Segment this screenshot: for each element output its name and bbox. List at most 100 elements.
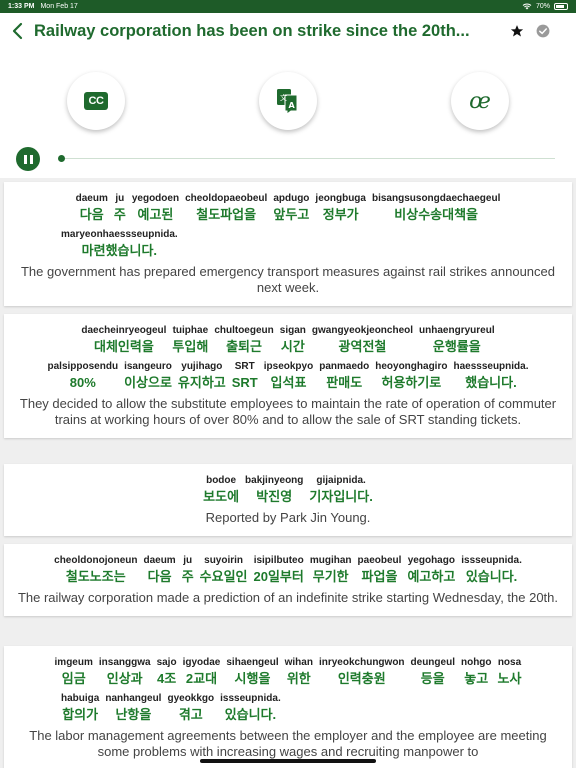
romanization: sigan	[279, 325, 306, 336]
korean-word: 주	[181, 569, 194, 584]
word-line: daeum 다음 ju 주 yegodoen 예고된 cheoldopaeobeul 철도파업…	[16, 192, 560, 225]
sentence-card[interactable]: imgeum 임금 insanggwa 인상과 sajo 4조 igyodae 2교대 siha…	[4, 646, 572, 768]
romanization: daecheinryeogeul	[81, 325, 167, 336]
word[interactable]: nanhangeul 난항을	[105, 692, 161, 725]
word[interactable]: insanggwa 인상과	[99, 656, 151, 689]
completed-button[interactable]	[530, 13, 556, 49]
home-indicator	[200, 759, 376, 763]
word[interactable]: gwangyeokjeoncheol 광역전철	[312, 324, 413, 357]
word[interactable]: sigan 시간	[280, 324, 306, 357]
pronunciation-button[interactable]: œ	[451, 72, 509, 130]
sentence-card[interactable]: cheoldonojoneun 철도노조는 daeum 다음 ju 주 suyoirin 수요…	[4, 544, 572, 616]
word-line: palsipposendu 80% isangeuro 이상으로 yujihago 유지하…	[16, 360, 560, 393]
word-line: maryeonhaessseupnida. 마련했습니다.	[16, 228, 560, 261]
word[interactable]: jeongbuga 정부가	[315, 192, 366, 225]
word[interactable]: wihan 위한	[285, 656, 313, 689]
word[interactable]: nohgo 놓고	[461, 656, 492, 689]
word[interactable]: mugihan 무기한	[310, 554, 352, 587]
chevron-left-icon	[12, 22, 23, 40]
word[interactable]: chultoegeun 출퇴근	[214, 324, 273, 357]
word[interactable]: bodoe 보도에	[203, 474, 239, 507]
romanization: bisangsusongdaechaegeul	[371, 193, 501, 204]
word[interactable]: inryeokchungwon 인력충원	[319, 656, 405, 689]
korean-word: 정부가	[322, 207, 359, 222]
word[interactable]: gijaipnida. 기자입니다.	[309, 474, 372, 507]
word[interactable]: SRT SRT	[232, 360, 258, 393]
word[interactable]: bisangsusongdaechaegeul 비상수송대책을	[372, 192, 500, 225]
korean-word: 놓고	[464, 671, 489, 686]
word[interactable]: daecheinryeogeul 대체인력을	[81, 324, 166, 357]
korean-word: 노사	[497, 671, 522, 686]
word[interactable]: yujihago 유지하고	[178, 360, 226, 393]
word[interactable]: unhaengryureul 운행률을	[419, 324, 495, 357]
word[interactable]: sihaengeul 시행을	[226, 656, 278, 689]
romanization: igyodae	[182, 657, 221, 668]
word[interactable]: yegodoen 예고된	[132, 192, 179, 225]
romanization: haessseupnida.	[453, 361, 529, 372]
korean-word: 주	[113, 207, 126, 222]
word[interactable]: haessseupnida. 했습니다.	[453, 360, 528, 393]
word[interactable]: issseupnida. 있습니다.	[461, 554, 522, 587]
korean-word: 기자입니다.	[309, 489, 373, 504]
korean-word: 4조	[156, 671, 177, 686]
favorite-button[interactable]	[504, 13, 530, 49]
header: Railway corporation has been on strike s…	[0, 13, 576, 49]
korean-word: 다음	[147, 569, 172, 584]
pause-icon-bar	[29, 154, 33, 164]
progress-knob[interactable]	[58, 155, 65, 162]
word[interactable]: cheoldonojoneun 철도노조는	[54, 554, 137, 587]
word[interactable]: habuiga 합의가	[61, 692, 99, 725]
sentence-card[interactable]: daecheinryeogeul 대체인력을 tuiphae 투입해 chultoege…	[4, 314, 572, 438]
word[interactable]: paeobeul 파업을	[358, 554, 402, 587]
wifi-icon	[522, 2, 532, 12]
word[interactable]: igyodae 2교대	[183, 656, 221, 689]
word[interactable]: panmaedo 판매도	[319, 360, 369, 393]
korean-word: 합의가	[62, 707, 99, 722]
word-line: bodoe 보도에 bakjinyeong 박진영 gijaipnida. 기자입니다.	[16, 474, 560, 507]
korean-word: 보도에	[203, 489, 240, 504]
word[interactable]: tuiphae 투입해	[172, 324, 208, 357]
word[interactable]: daeum 다음	[76, 192, 108, 225]
word[interactable]: isangeuro 이상으로	[124, 360, 172, 393]
page-title: Railway corporation has been on strike s…	[34, 21, 470, 40]
romanization: unhaengryureul	[419, 325, 495, 336]
translate-button[interactable]: 文 A	[259, 72, 317, 130]
word[interactable]: deungeul 등을	[411, 656, 455, 689]
word[interactable]: maryeonhaessseupnida. 마련했습니다.	[61, 228, 178, 261]
word[interactable]: ju 주	[182, 554, 194, 587]
word[interactable]: issseupnida. 있습니다.	[220, 692, 281, 725]
back-button[interactable]	[0, 13, 34, 49]
captions-button[interactable]: CC	[67, 72, 125, 130]
word[interactable]: apdugo 앞두고	[273, 192, 309, 225]
word[interactable]: ipseokpyo 입석표	[264, 360, 313, 393]
word[interactable]: yegohago 예고하고	[407, 554, 455, 587]
word[interactable]: imgeum 임금	[55, 656, 93, 689]
korean-word: 출퇴근	[226, 339, 262, 354]
word[interactable]: gyeokkgo 겪고	[167, 692, 214, 725]
word[interactable]: nosa 노사	[498, 656, 522, 689]
korean-word: 있습니다.	[224, 707, 277, 722]
sentence-card[interactable]: bodoe 보도에 bakjinyeong 박진영 gijaipnida. 기자입니다. R…	[4, 464, 572, 536]
korean-word: 인상과	[106, 671, 143, 686]
word[interactable]: palsipposendu 80%	[48, 360, 119, 393]
korean-word: 겪고	[178, 707, 203, 722]
korean-word: 철도노조는	[65, 569, 126, 584]
sentence-list[interactable]: daeum 다음 ju 주 yegodoen 예고된 cheoldopaeobeul 철도파업…	[0, 178, 576, 768]
word[interactable]: suyoirin 수요일인	[200, 554, 248, 587]
word[interactable]: sajo 4조	[157, 656, 177, 689]
word[interactable]: daeum 다음	[143, 554, 175, 587]
romanization: isangeuro	[124, 361, 172, 372]
korean-word: 앞두고	[273, 207, 310, 222]
pause-button[interactable]	[16, 147, 40, 171]
word[interactable]: cheoldopaeobeul 철도파업을	[185, 192, 267, 225]
romanization: insanggwa	[98, 657, 151, 668]
sentence-card[interactable]: daeum 다음 ju 주 yegodoen 예고된 cheoldopaeobeul 철도파업…	[4, 182, 572, 306]
progress-track[interactable]	[60, 158, 555, 159]
word[interactable]: isipilbuteo 20일부터	[254, 554, 304, 587]
word[interactable]: heoyonghagiro 허용하기로	[375, 360, 447, 393]
pause-icon-bar	[23, 154, 27, 164]
word[interactable]: ju 주	[114, 192, 126, 225]
word[interactable]: bakjinyeong 박진영	[245, 474, 303, 507]
romanization: maryeonhaessseupnida.	[61, 229, 178, 240]
audio-player	[0, 146, 576, 171]
